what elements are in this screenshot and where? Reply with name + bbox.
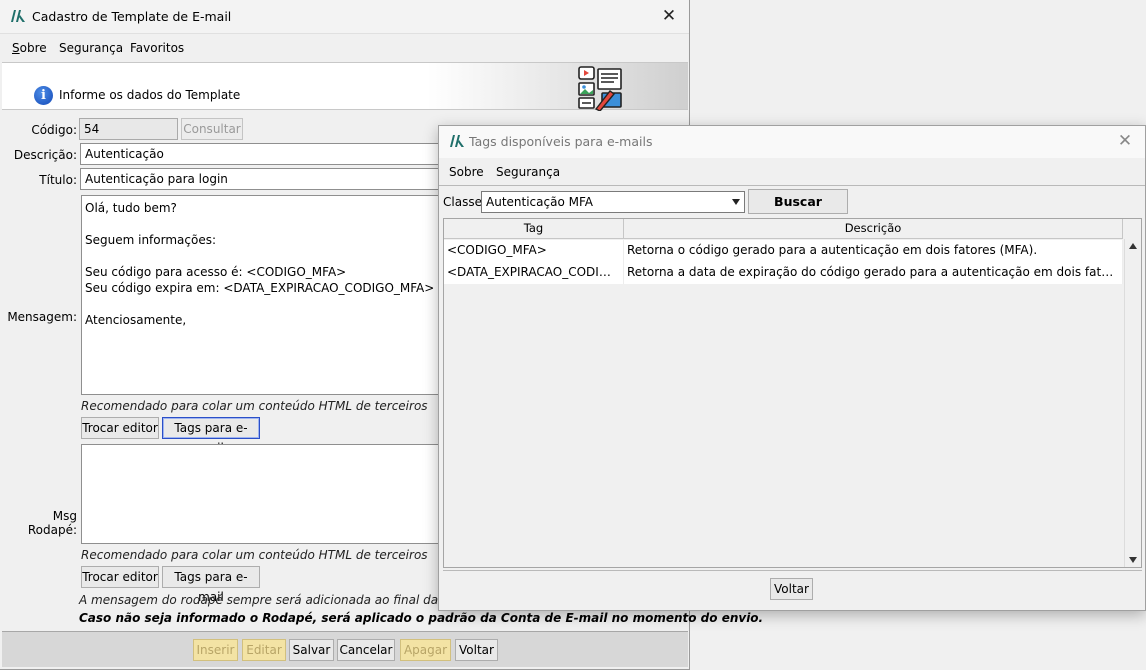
dropdown-arrow-icon	[732, 199, 740, 205]
table-scrollbar[interactable]	[1124, 239, 1141, 567]
rodape-textarea[interactable]	[81, 444, 451, 544]
mensagem-line: Atenciosamente,	[85, 313, 187, 327]
menu-seguranca[interactable]: Segurança	[59, 41, 123, 55]
mensagem-line: Seguem informações:	[85, 233, 216, 247]
trocar-editor-button[interactable]: Trocar editor	[81, 417, 159, 439]
header-text: Informe os dados do Template	[59, 88, 241, 102]
apagar-button[interactable]: Apagar	[400, 639, 451, 661]
rodape-note-bold: Caso não seja informado o Rodapé, será a…	[79, 611, 764, 625]
dialog-titlebar: Tags disponíveis para e-mails ✕	[439, 126, 1145, 158]
rodape-label: Msg Rodapé:	[27, 509, 77, 537]
mensagem-label: Mensagem:	[7, 310, 77, 324]
template-email-icon	[578, 66, 622, 111]
dialog-title: Tags disponíveis para e-mails	[469, 134, 653, 149]
main-titlebar: Cadastro de Template de E-mail ✕	[0, 0, 689, 34]
scroll-down-icon[interactable]	[1129, 557, 1137, 563]
app-logo-icon	[450, 135, 464, 147]
codigo-label: Código:	[31, 123, 77, 137]
menu-sobre-rest: obre	[19, 41, 47, 55]
classe-select-value: Autenticação MFA	[486, 195, 593, 209]
main-menubar: Sobre Segurança Favoritos	[0, 35, 689, 61]
cancelar-button[interactable]: Cancelar	[337, 639, 395, 661]
menu-favoritos[interactable]: Favoritos	[130, 41, 184, 55]
column-header-descricao[interactable]: Descrição	[624, 219, 1123, 239]
mensagem-hint: Recomendado para colar um conteúdo HTML …	[81, 399, 428, 413]
editar-button[interactable]: Editar	[242, 639, 286, 661]
rodape-hint: Recomendado para colar um conteúdo HTML …	[81, 548, 428, 562]
inserir-button[interactable]: Inserir	[193, 639, 238, 661]
tags-table: Tag Descrição <CODIGO_MFA> Retorna o cód…	[443, 218, 1142, 568]
scroll-up-icon[interactable]	[1129, 243, 1137, 249]
table-row[interactable]: <CODIGO_MFA> Retorna o código gerado par…	[444, 240, 1123, 262]
codigo-field[interactable]: 54	[79, 118, 178, 140]
mensagem-line: Seu código para acesso é: <CODIGO_MFA>	[85, 265, 347, 279]
mensagem-textarea[interactable]: Olá, tudo bem? Seguem informações: Seu c…	[81, 195, 451, 395]
tags-email-button[interactable]: Tags para e-mail	[162, 417, 260, 455]
close-icon[interactable]: ✕	[659, 6, 679, 26]
menu-sobre-mnemonic: S	[12, 41, 20, 55]
bottom-button-bar: Inserir Editar Salvar Cancelar Apagar Vo…	[2, 631, 688, 667]
mensagem-line: Seu código expira em: <DATA_EXPIRACAO_CO…	[85, 281, 435, 295]
dialog-menu-sobre[interactable]: Sobre	[449, 165, 484, 179]
dialog-menu-seguranca[interactable]: Segurança	[496, 165, 560, 179]
buscar-button[interactable]: Buscar	[748, 189, 848, 214]
titulo-label: Título:	[39, 173, 77, 187]
descricao-cell: Retorna o código gerado para a autentica…	[624, 240, 1123, 262]
menu-sobre[interactable]: Sobre	[12, 41, 47, 55]
rodape-tags-email-button[interactable]: Tags para e-mail	[162, 566, 260, 604]
voltar-button[interactable]: Voltar	[455, 639, 498, 661]
descricao-label: Descrição:	[13, 148, 77, 162]
table-row[interactable]: <DATA_EXPIRACAO_CODIGO_... Retorna a dat…	[444, 262, 1123, 284]
dialog-voltar-button[interactable]: Voltar	[770, 578, 813, 600]
mensagem-line	[85, 248, 447, 264]
mensagem-line: Olá, tudo bem?	[85, 201, 177, 215]
tags-dialog: Tags disponíveis para e-mails ✕ Sobre Se…	[438, 125, 1146, 611]
consultar-button[interactable]: Consultar	[181, 118, 243, 140]
dialog-close-icon[interactable]: ✕	[1115, 131, 1135, 151]
info-icon: i	[34, 86, 53, 105]
mensagem-line	[85, 216, 447, 232]
column-header-tag[interactable]: Tag	[444, 219, 624, 239]
descricao-field[interactable]: Autenticação	[80, 143, 450, 165]
dialog-menubar: Sobre Segurança	[439, 158, 1145, 186]
app-logo-icon	[11, 10, 25, 22]
tag-cell: <DATA_EXPIRACAO_CODIGO_...	[444, 262, 624, 284]
rodape-trocar-editor-button[interactable]: Trocar editor	[81, 566, 159, 588]
main-window-title: Cadastro de Template de E-mail	[32, 9, 232, 24]
header-panel: i Informe os dados do Template	[2, 62, 688, 111]
classe-label: Classe:	[443, 195, 486, 209]
descricao-cell: Retorna a data de expiração do código ge…	[624, 262, 1123, 284]
rodape-note: A mensagem do rodapé sempre será adicion…	[79, 593, 499, 607]
salvar-button[interactable]: Salvar	[289, 639, 334, 661]
classe-select[interactable]: Autenticação MFA	[481, 191, 745, 213]
mensagem-line	[85, 296, 447, 312]
dialog-footer-divider	[443, 570, 1142, 571]
tag-cell: <CODIGO_MFA>	[444, 240, 624, 262]
titulo-field[interactable]: Autenticação para login	[80, 168, 450, 190]
